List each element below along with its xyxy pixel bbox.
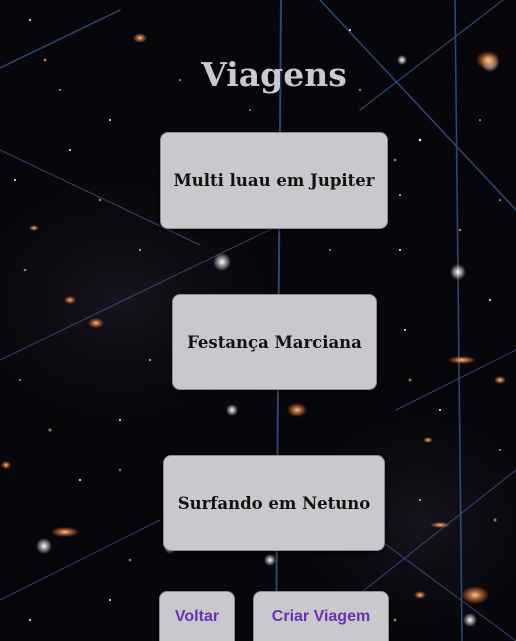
trip-card-netuno[interactable]: Surfando em Netuno bbox=[163, 455, 385, 551]
trip-card-marte[interactable]: Festança Marciana bbox=[172, 294, 377, 390]
page-title: Viagens bbox=[201, 55, 347, 95]
create-trip-button[interactable]: Criar Viagem bbox=[253, 591, 389, 641]
trip-card-jupiter[interactable]: Multi luau em Jupiter bbox=[160, 132, 388, 229]
back-button[interactable]: Voltar bbox=[159, 591, 235, 641]
